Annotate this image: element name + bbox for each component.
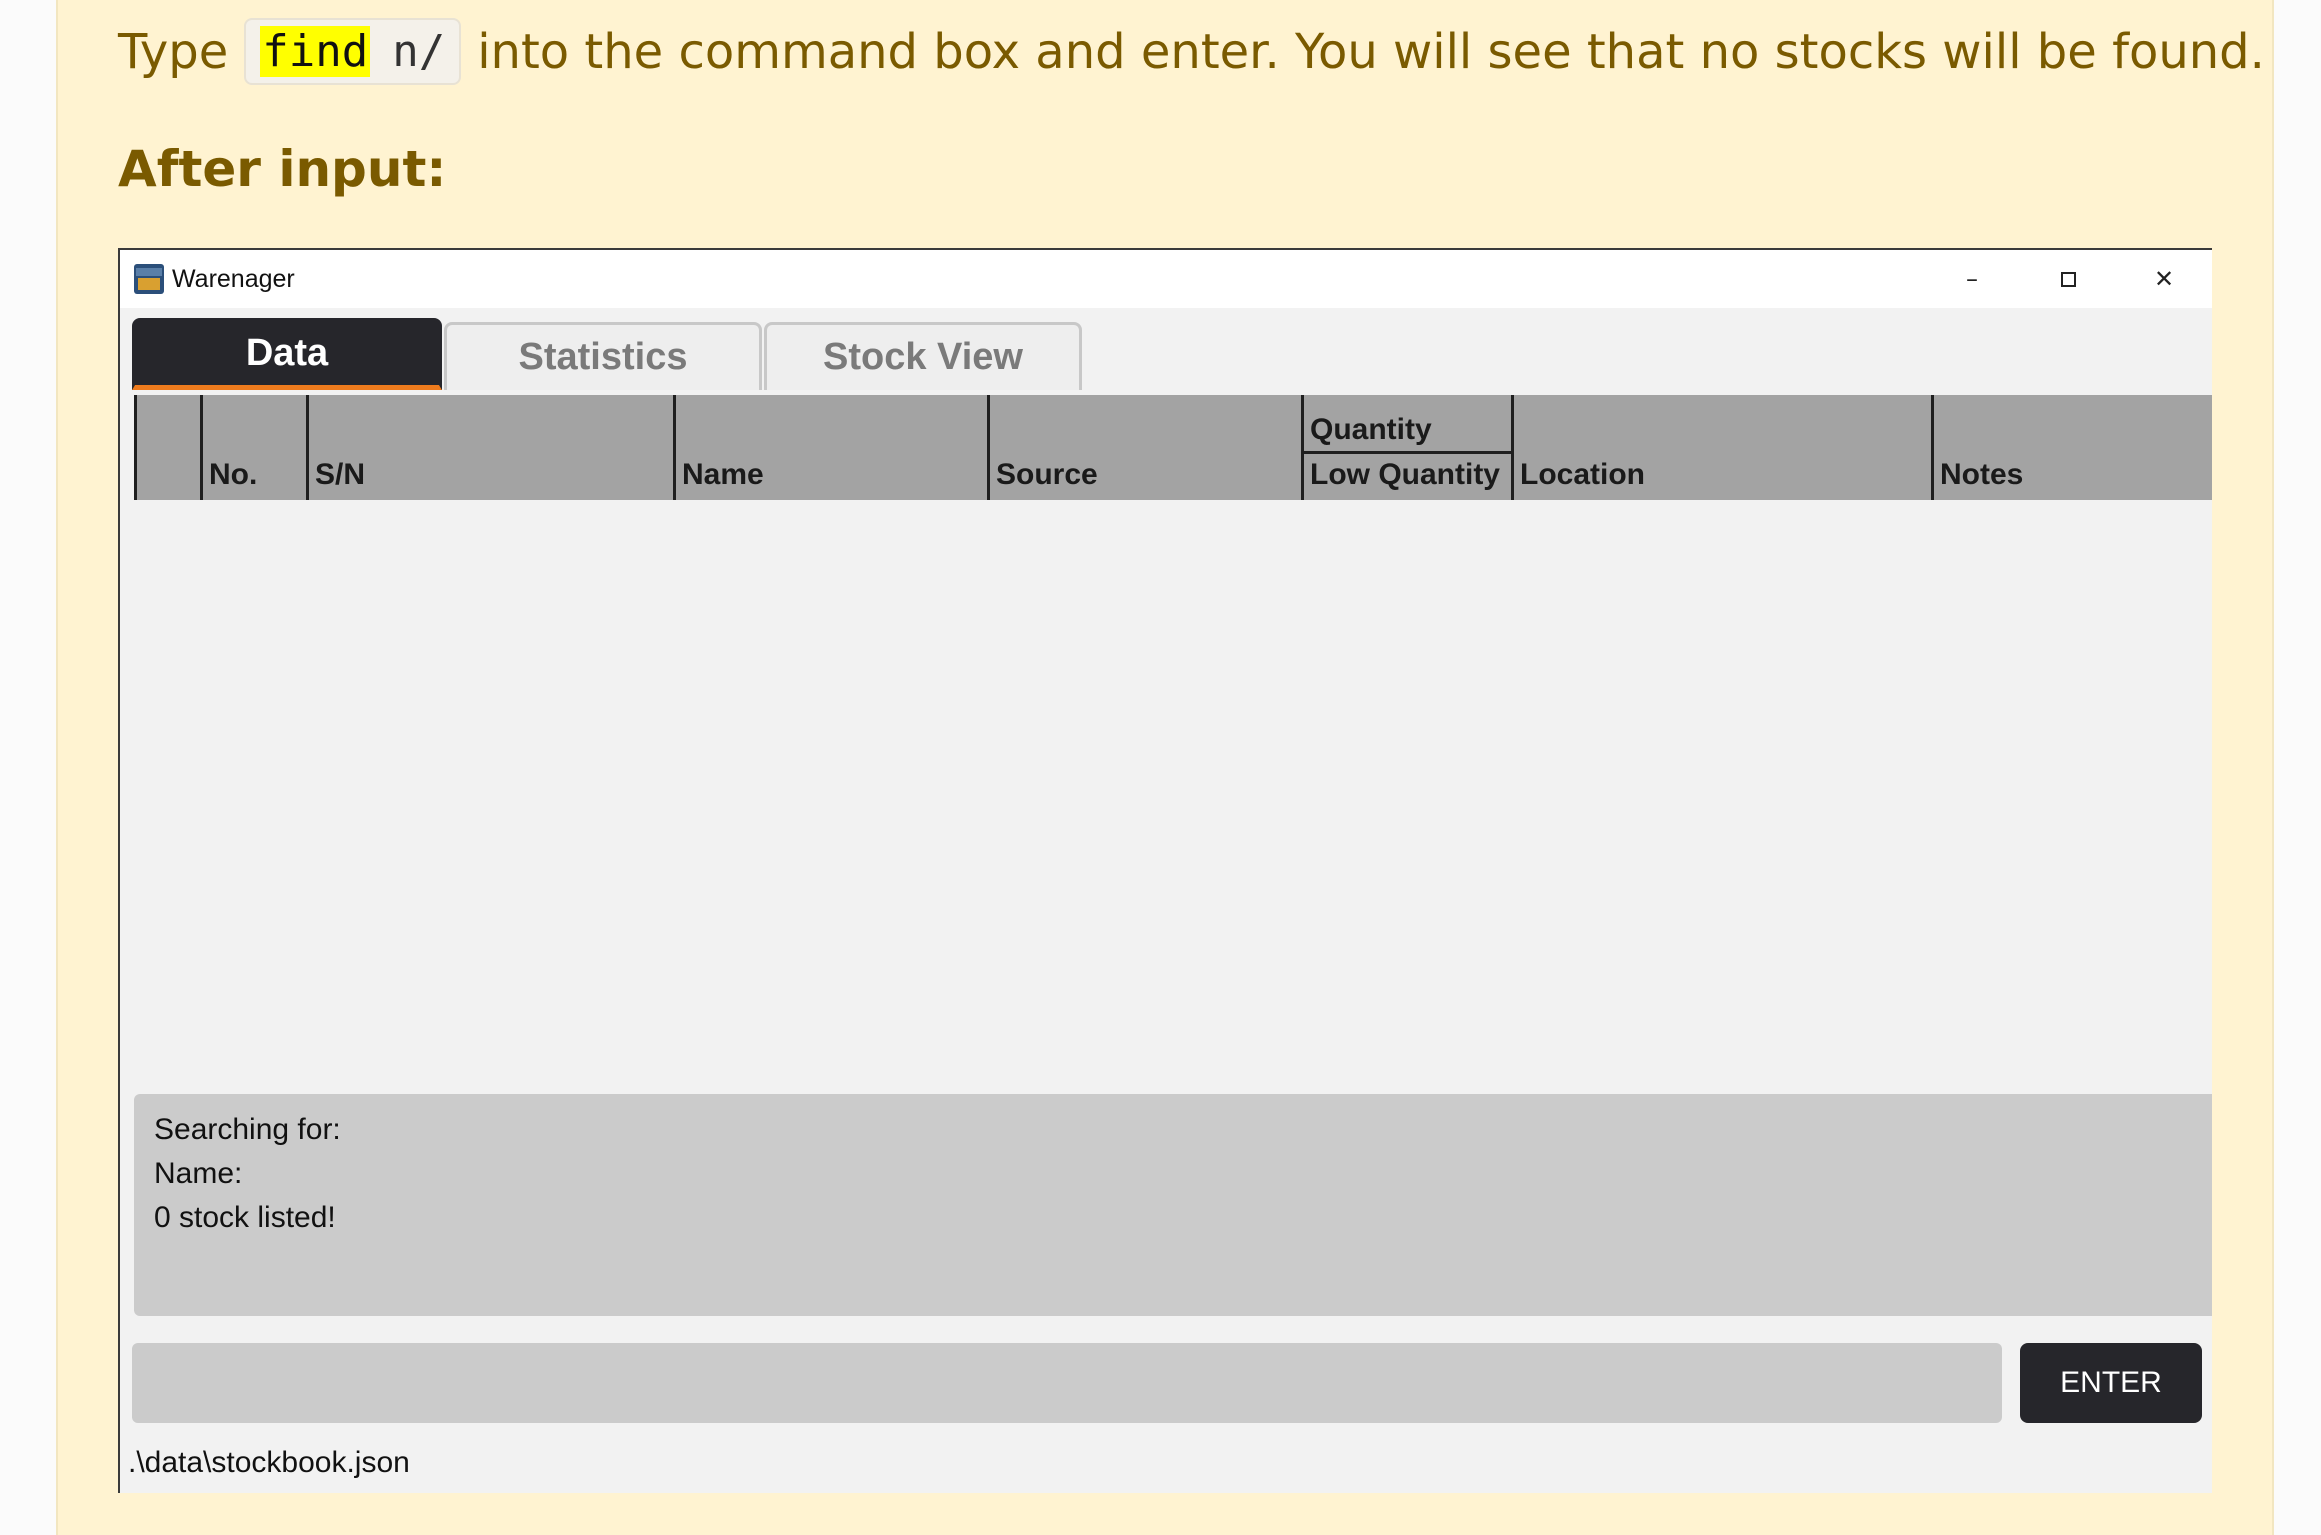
- code-snippet: find n/: [244, 18, 462, 85]
- maximize-button[interactable]: [2020, 250, 2116, 308]
- stock-table-header: No. S/N Name Source Quantity Low Quantit…: [134, 395, 2212, 500]
- column-name-label: Name: [682, 458, 764, 491]
- close-button[interactable]: ✕: [2116, 250, 2212, 308]
- column-notes[interactable]: Notes: [1931, 395, 2212, 500]
- code-keyword: find: [260, 26, 371, 77]
- tab-stock-view[interactable]: Stock View: [764, 322, 1082, 390]
- column-no[interactable]: No.: [200, 395, 306, 500]
- minimize-icon: –: [1966, 265, 1978, 293]
- column-select[interactable]: [134, 395, 200, 500]
- instruction-before: Type: [118, 23, 229, 80]
- enter-button[interactable]: ENTER: [2020, 1343, 2202, 1423]
- column-no-label: No.: [209, 458, 258, 491]
- column-quantity-label: Quantity: [1310, 413, 1432, 446]
- window-title: Warenager: [172, 264, 295, 293]
- column-name[interactable]: Name: [673, 395, 987, 500]
- code-argument: n/: [392, 26, 446, 77]
- command-input[interactable]: [132, 1343, 2002, 1423]
- close-icon: ✕: [2153, 265, 2175, 293]
- warehouse-app-icon: [134, 264, 164, 294]
- result-display: Searching for: Name: 0 stock listed!: [134, 1094, 2212, 1316]
- quantity-divider: [1304, 451, 1511, 454]
- window-controls: – ✕: [1924, 250, 2212, 308]
- column-location-label: Location: [1520, 458, 1645, 491]
- column-sn[interactable]: S/N: [306, 395, 673, 500]
- instruction-text: Type find n/ into the command box and ent…: [118, 18, 2265, 85]
- result-line-searching: Searching for:: [154, 1113, 341, 1146]
- column-quantity[interactable]: Quantity Low Quantity: [1301, 395, 1511, 500]
- result-line-name: Name:: [154, 1157, 243, 1190]
- after-input-heading: After input:: [118, 140, 447, 198]
- minimize-button[interactable]: –: [1924, 250, 2020, 308]
- column-notes-label: Notes: [1940, 458, 2024, 491]
- title-bar[interactable]: Warenager – ✕: [120, 250, 2212, 308]
- instruction-after: into the command box and enter. You will…: [477, 23, 2265, 80]
- column-sn-label: S/N: [315, 458, 366, 491]
- column-location[interactable]: Location: [1511, 395, 1931, 500]
- app-window: Warenager – ✕ Data Statistics Stock View…: [118, 248, 2212, 1493]
- tab-statistics[interactable]: Statistics: [444, 322, 762, 390]
- column-low-quantity-label: Low Quantity: [1310, 458, 1500, 491]
- result-line-count: 0 stock listed!: [154, 1201, 336, 1234]
- column-source[interactable]: Source: [987, 395, 1301, 500]
- tab-data[interactable]: Data: [132, 318, 442, 390]
- maximize-icon: [2060, 271, 2076, 287]
- column-source-label: Source: [996, 458, 1098, 491]
- storage-file-path: .\data\stockbook.json: [128, 1446, 410, 1479]
- tab-bar: Data Statistics Stock View: [132, 318, 1084, 390]
